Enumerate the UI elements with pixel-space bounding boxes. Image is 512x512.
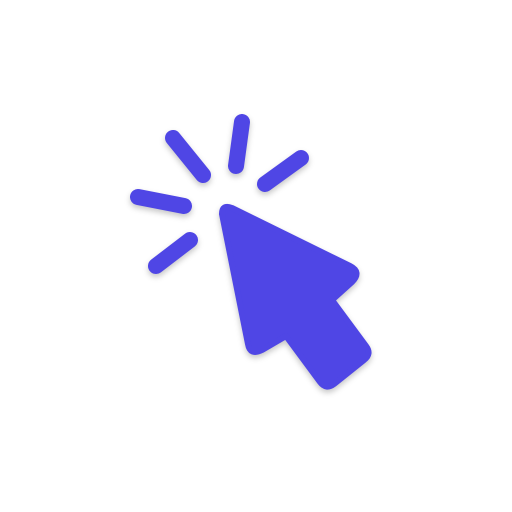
click-ray-left-upper — [165, 130, 211, 183]
click-ray-top — [228, 114, 250, 174]
click-ray-right — [257, 150, 309, 192]
click-ray-left-lower — [148, 232, 198, 274]
icon-canvas — [0, 0, 512, 512]
click-ray-left — [130, 189, 192, 214]
arrow-cursor-icon — [219, 203, 372, 390]
cursor-click-icon — [130, 114, 372, 390]
